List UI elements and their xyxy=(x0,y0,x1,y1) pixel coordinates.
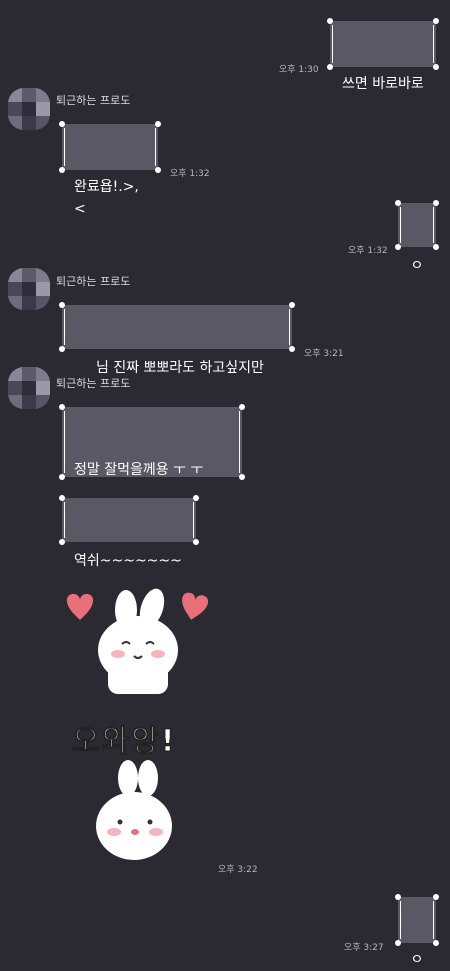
message-time: 오후 3:21 xyxy=(304,349,344,359)
message-text: 완료욥!.>,< xyxy=(74,179,139,217)
message-text: ㅇ xyxy=(410,258,424,274)
heart-icon xyxy=(182,592,209,620)
message-time: 오후 3:27 xyxy=(344,943,384,953)
message-text: 역쉬~~~~~~~ xyxy=(74,553,182,569)
sender-name: 퇴근하는 프로도 xyxy=(56,94,131,107)
their-message-bubble[interactable]: 정말 잘먹을께용 ㅜ ㅜ 허어엉~~~~~ xyxy=(59,404,245,522)
message-line: 정말 잘먹을께용 ㅜ ㅜ xyxy=(74,462,204,478)
message-time: 오후 1:30 xyxy=(279,65,319,75)
bunny-sticker[interactable]: 오와앙! xyxy=(60,588,220,876)
their-message-bubble[interactable]: 완료욥!.>,< xyxy=(59,121,161,217)
their-message-bubble[interactable]: 역쉬~~~~~~~ xyxy=(59,495,199,569)
sender-name: 퇴근하는 프로도 xyxy=(56,275,131,288)
my-message-bubble[interactable]: 쓰면 바로바로 xyxy=(327,18,439,92)
message-text: ㅇ xyxy=(410,952,424,968)
avatar[interactable] xyxy=(8,367,50,409)
their-message-bubble[interactable]: 님 진짜 뽀뽀라도 하고싶지만 xyxy=(59,302,295,376)
avatar[interactable] xyxy=(8,268,50,310)
my-message-bubble[interactable]: ㅇ xyxy=(395,894,439,968)
sticker-text: 오와앙! xyxy=(71,724,177,760)
message-time: 오후 1:32 xyxy=(348,246,388,256)
avatar[interactable] xyxy=(8,88,50,130)
message-text: 쓰면 바로바로 xyxy=(342,76,424,92)
message-time: 오후 3:22 xyxy=(218,865,258,875)
my-message-bubble[interactable]: ㅇ xyxy=(395,200,439,274)
message-time: 오후 1:32 xyxy=(170,169,210,179)
heart-icon xyxy=(66,593,94,620)
sender-name: 퇴근하는 프로도 xyxy=(56,377,131,390)
message-text: 님 진짜 뽀뽀라도 하고싶지만 xyxy=(96,360,264,376)
